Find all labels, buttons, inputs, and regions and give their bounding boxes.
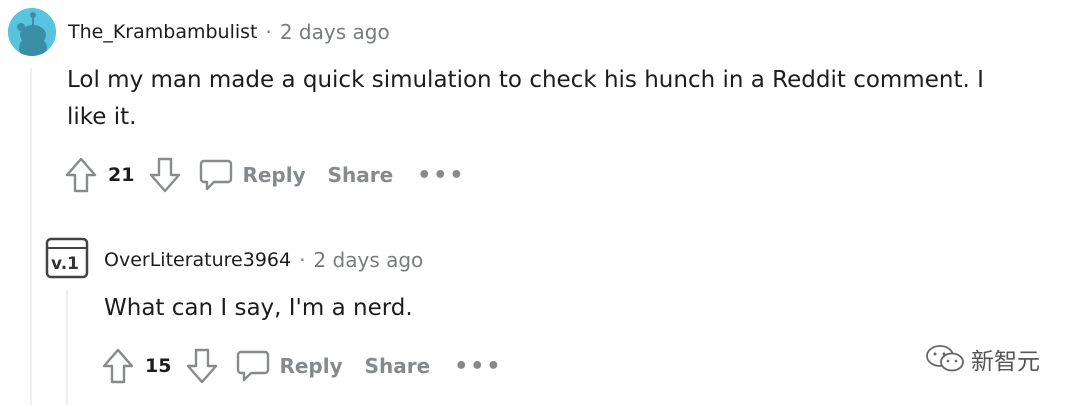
avatar-label: v.1 (51, 254, 79, 274)
comment-bubble-icon (237, 350, 270, 382)
meta-separator: · (265, 20, 272, 44)
comment-body: What can I say, I'm a nerd. (104, 295, 413, 321)
thread-line-1[interactable] (30, 68, 32, 405)
avatar[interactable] (8, 8, 56, 56)
reply-button[interactable]: Reply (235, 348, 343, 384)
comment-body-line: Lol my man made a quick simulation to ch… (67, 67, 984, 93)
comment-body-line: like it. (67, 104, 137, 130)
share-label: Share (364, 354, 431, 378)
watermark-text: 新智元 (971, 349, 1040, 375)
share-button[interactable]: Share (328, 163, 394, 187)
downvote-arrow-icon[interactable] (148, 156, 182, 194)
upvote-arrow-icon[interactable] (64, 156, 98, 194)
more-options-icon[interactable]: ••• (454, 354, 502, 379)
vote-count: 21 (108, 164, 135, 186)
more-options-icon[interactable]: ••• (417, 163, 465, 188)
comment-username[interactable]: The_Krambambulist (68, 21, 257, 43)
comment-actions: 15 Reply Share ••• (101, 346, 502, 386)
share-button[interactable]: Share (365, 354, 431, 378)
comment-timestamp[interactable]: 2 days ago (280, 20, 390, 44)
thread-line-2[interactable] (66, 290, 68, 405)
reply-label: Reply (279, 354, 343, 378)
vote-count: 15 (145, 355, 172, 377)
share-label: Share (327, 163, 394, 187)
watermark: 新智元 (925, 342, 1040, 376)
wechat-icon (926, 345, 964, 372)
meta-separator: · (299, 248, 306, 272)
comment-actions: 21 Reply Share ••• (64, 155, 465, 195)
avatar[interactable]: v.1 (45, 237, 89, 279)
upvote-arrow-icon[interactable] (101, 347, 135, 385)
comment-timestamp[interactable]: 2 days ago (313, 248, 423, 272)
downvote-arrow-icon[interactable] (185, 347, 219, 385)
comment-username[interactable]: OverLiterature3964 (104, 249, 291, 271)
reply-label: Reply (242, 163, 306, 187)
comment-body: Lol my man made a quick simulation to ch… (67, 62, 1047, 136)
reply-button[interactable]: Reply (198, 157, 306, 193)
snoo-avatar-icon (8, 8, 56, 56)
comment-bubble-icon (200, 159, 233, 191)
